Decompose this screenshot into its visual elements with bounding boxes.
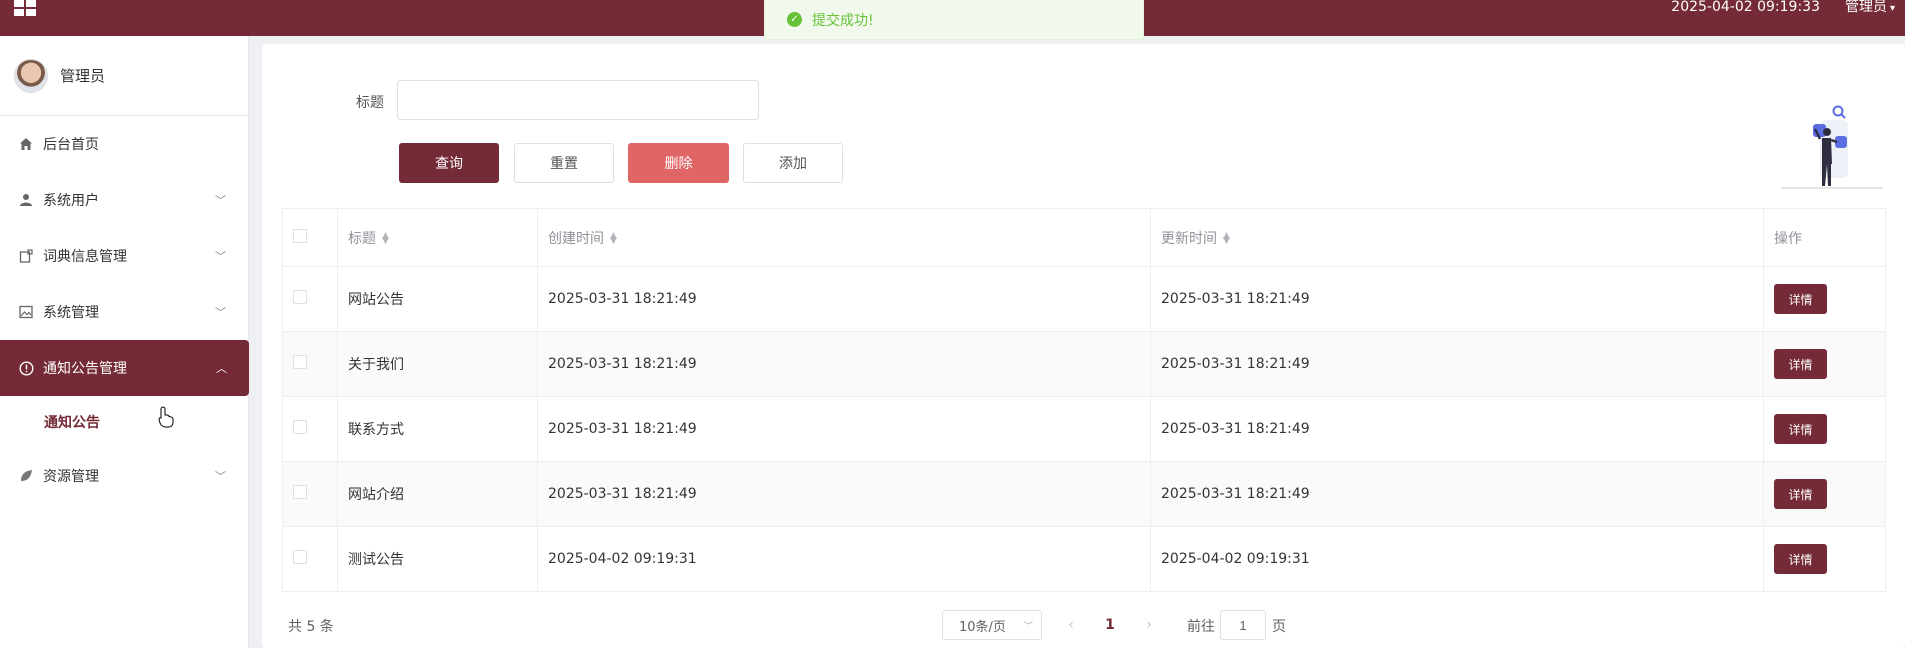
cell-title: 联系方式	[337, 396, 538, 462]
cell-title: 网站介绍	[337, 461, 538, 527]
main-panel: 标题 查询 重置 删除 添加 标题 ▲ ▼ 创建时间 ▲ ▼ 更新时间 ▲ ▼ 操作	[262, 44, 1905, 648]
sidebar-subitem-notices[interactable]: 通知公告	[0, 396, 248, 448]
cell-title: 测试公告	[337, 526, 538, 592]
sidebar-item-home[interactable]: 后台首页	[0, 116, 248, 172]
column-header-created[interactable]: 创建时间 ▲ ▼	[537, 208, 1151, 267]
sidebar-item-label: 系统用户	[43, 193, 99, 209]
cell-created: 2025-04-02 09:19:31	[537, 526, 1151, 592]
detail-button[interactable]: 详情	[1774, 284, 1827, 314]
detail-button[interactable]: 详情	[1774, 349, 1827, 379]
mouse-pointer-icon	[158, 406, 174, 428]
sidebar: 管理员 后台首页 系统用户 ﹀ 词典信息管理 ﹀ 系统管理 ﹀ 通知公告管理 ︿	[0, 36, 249, 648]
page-size-select[interactable]: 10条/页 ﹀	[942, 610, 1042, 640]
table-header-row: 标题 ▲ ▼ 创建时间 ▲ ▼ 更新时间 ▲ ▼ 操作	[282, 208, 1886, 267]
sidebar-item-label: 通知公告管理	[43, 361, 127, 377]
chevron-down-icon: ﹀	[215, 250, 226, 263]
query-button[interactable]: 查询	[399, 143, 499, 183]
sidebar-item-notice-management[interactable]: 通知公告管理 ︿	[0, 340, 249, 396]
chevron-down-icon: ﹀	[215, 470, 226, 483]
delete-button[interactable]: 删除	[628, 143, 729, 183]
add-button[interactable]: 添加	[743, 143, 843, 183]
user-icon	[18, 192, 34, 208]
page-size-value: 10条/页	[959, 619, 1006, 635]
avatar	[14, 58, 48, 93]
cell-created: 2025-03-31 18:21:49	[537, 461, 1151, 527]
detail-button[interactable]: 详情	[1774, 414, 1827, 444]
goto-suffix: 页	[1272, 619, 1286, 635]
datetime-display: 2025-04-02 09:19:33	[1671, 0, 1820, 15]
chevron-left-icon: ‹	[1068, 617, 1074, 633]
sidebar-item-system-management[interactable]: 系统管理 ﹀	[0, 284, 248, 340]
chevron-down-icon: ▾	[1889, 3, 1895, 14]
prev-page-button[interactable]: ‹	[1056, 610, 1086, 640]
table-row: 网站介绍 2025-03-31 18:21:49 2025-03-31 18:2…	[282, 461, 1886, 527]
table-row: 关于我们 2025-03-31 18:21:49 2025-03-31 18:2…	[282, 331, 1886, 397]
check-circle-icon: ✓	[787, 12, 802, 27]
goto-page-input[interactable]	[1220, 610, 1266, 640]
row-checkbox[interactable]	[293, 355, 307, 369]
notice-table: 标题 ▲ ▼ 创建时间 ▲ ▼ 更新时间 ▲ ▼ 操作 网站公告 2025-03-31 18…	[282, 208, 1886, 592]
profile-header: 管理员	[0, 36, 248, 116]
chevron-right-icon: ›	[1146, 617, 1152, 633]
goto-label: 前往	[1187, 619, 1215, 635]
sidebar-item-resource-management[interactable]: 资源管理 ﹀	[0, 448, 248, 504]
cell-updated: 2025-04-02 09:19:31	[1150, 526, 1764, 592]
sidebar-item-dictionary[interactable]: 词典信息管理 ﹀	[0, 228, 248, 284]
apps-grid-icon[interactable]	[14, 0, 36, 16]
profile-name: 管理员	[60, 67, 106, 85]
chevron-down-icon: ﹀	[215, 194, 226, 207]
warning-circle-icon	[18, 360, 34, 376]
detail-button[interactable]: 详情	[1774, 544, 1827, 574]
success-toast: ✓ 提交成功!	[764, 0, 1144, 40]
search-illustration	[1775, 104, 1885, 214]
table-row: 联系方式 2025-03-31 18:21:49 2025-03-31 18:2…	[282, 396, 1886, 462]
row-checkbox[interactable]	[293, 290, 307, 304]
cell-updated: 2025-03-31 18:21:49	[1150, 461, 1764, 527]
leaf-icon	[18, 468, 34, 484]
sidebar-item-system-users[interactable]: 系统用户 ﹀	[0, 172, 248, 228]
sidebar-item-label: 系统管理	[43, 305, 99, 321]
select-all-checkbox[interactable]	[293, 228, 307, 243]
home-icon	[18, 136, 34, 152]
row-checkbox[interactable]	[293, 550, 307, 564]
dictionary-icon	[18, 248, 34, 264]
user-menu-label: 管理员	[1844, 0, 1887, 15]
row-checkbox[interactable]	[293, 420, 307, 434]
cell-updated: 2025-03-31 18:21:49	[1150, 331, 1764, 397]
reset-button[interactable]: 重置	[514, 143, 614, 183]
cell-updated: 2025-03-31 18:21:49	[1150, 396, 1764, 462]
pagination-total: 共 5 条	[288, 619, 334, 635]
column-header-action: 操作	[1763, 208, 1886, 267]
sidebar-item-label: 资源管理	[43, 469, 99, 485]
cell-title: 网站公告	[337, 266, 538, 332]
sidebar-item-label: 词典信息管理	[43, 249, 127, 265]
column-header-updated[interactable]: 更新时间 ▲ ▼	[1150, 208, 1764, 267]
page-number-current[interactable]: 1	[1095, 610, 1125, 640]
user-menu[interactable]: 管理员 ▾	[1845, 0, 1895, 16]
table-row: 网站公告 2025-03-31 18:21:49 2025-03-31 18:2…	[282, 266, 1886, 332]
sort-icon[interactable]: ▲ ▼	[610, 231, 617, 245]
table-row: 测试公告 2025-04-02 09:19:31 2025-04-02 09:1…	[282, 526, 1886, 592]
cell-title: 关于我们	[337, 331, 538, 397]
cell-created: 2025-03-31 18:21:49	[537, 266, 1151, 332]
detail-button[interactable]: 详情	[1774, 479, 1827, 509]
chevron-up-icon: ︿	[216, 362, 227, 375]
row-checkbox[interactable]	[293, 485, 307, 499]
column-header-title[interactable]: 标题 ▲ ▼	[337, 208, 538, 267]
sort-icon[interactable]: ▲ ▼	[1223, 231, 1230, 245]
cell-created: 2025-03-31 18:21:49	[537, 396, 1151, 462]
search-input[interactable]	[397, 80, 759, 120]
chevron-down-icon: ﹀	[215, 306, 226, 319]
cell-created: 2025-03-31 18:21:49	[537, 331, 1151, 397]
search-label: 标题	[356, 95, 384, 111]
next-page-button[interactable]: ›	[1134, 610, 1164, 640]
sidebar-item-label: 后台首页	[43, 137, 99, 153]
image-icon	[18, 304, 34, 320]
chevron-down-icon: ﹀	[1023, 621, 1033, 632]
sort-icon[interactable]: ▲ ▼	[382, 231, 389, 245]
toast-message: 提交成功!	[812, 12, 874, 29]
cell-updated: 2025-03-31 18:21:49	[1150, 266, 1764, 332]
